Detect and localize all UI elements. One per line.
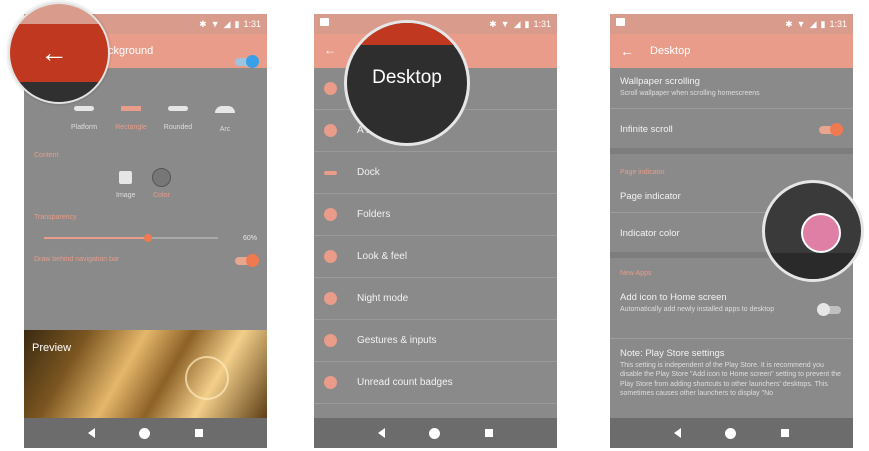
status-time: 1:31 [533,19,551,29]
divider [610,108,853,109]
divider [610,338,853,339]
content-option-color[interactable]: Color [152,168,171,199]
draw-behind-nav-toggle[interactable] [235,254,259,267]
wallpaper-preview: Preview [24,330,267,418]
page-title: ckground [108,45,154,57]
magnified-desktop-label[interactable]: Desktop [347,67,467,89]
menu-item-unread-badges[interactable]: Unread count badges [314,362,557,404]
pref-play-store-note: Note: Play Store settings This setting i… [620,348,841,398]
magnifier-back-button: ← [8,2,110,104]
signal-icon: ◢ [513,18,521,29]
nav-back-icon[interactable] [378,428,386,438]
signal-icon: ◢ [223,18,231,29]
menu-item-look-feel[interactable]: Look & feel [314,236,557,278]
menu-item-dock[interactable]: Dock [314,152,557,194]
status-bar: ✱ ▼ ◢ ▮ 1:31 [610,14,853,34]
shape-option-rectangle[interactable]: Rectangle [109,106,153,133]
bluetooth-icon: ✱ [785,18,793,29]
nav-home-icon[interactable] [725,427,737,439]
indicator-color-swatch[interactable] [801,213,841,253]
magnifier-indicator-color [762,180,864,282]
nav-recents-icon[interactable] [484,429,493,437]
status-time: 1:31 [243,19,261,29]
magnifier-desktop: Desktop [344,20,470,146]
folder-icon [324,208,337,221]
screenshot-stage: ✱ ▼ ◢ ▮ 1:31 ← ckground Platform Rectang… [0,0,869,451]
section-gap [610,148,853,154]
shape-option-label: Rectangle [115,124,147,131]
nav-bar [314,418,557,448]
badge-icon [324,376,337,389]
transparency-value: 60% [242,235,257,242]
add-icon-home-toggle[interactable] [817,303,841,316]
nav-bar [610,418,853,448]
shape-selector: Platform Rectangle Rounded Arc [62,106,247,133]
gesture-icon [324,334,337,347]
shape-option-label: Arc [219,126,231,133]
shape-option-rounded[interactable]: Rounded [156,106,200,133]
nav-back-icon[interactable] [674,428,682,438]
palette-icon [324,250,337,263]
nav-recents-icon[interactable] [194,429,203,437]
preview-label: Preview [32,342,72,354]
nav-home-icon[interactable] [139,427,151,439]
new-apps-section-label: New Apps [620,270,652,277]
bluetooth-icon: ✱ [489,18,497,29]
signal-icon: ◢ [809,18,817,29]
back-arrow-icon[interactable]: ← [40,37,68,69]
back-arrow-icon[interactable]: ← [620,43,634,59]
shape-option-platform[interactable]: Platform [62,106,106,133]
slider-knob[interactable] [144,234,153,242]
page-title: Desktop [650,45,691,57]
desktop-icon [324,82,337,95]
menu-item-gestures[interactable]: Gestures & inputs [314,320,557,362]
content-section-label: Content [34,152,59,159]
infinite-scroll-toggle[interactable] [819,123,843,136]
battery-icon: ▮ [524,18,530,29]
battery-icon: ▮ [820,18,826,29]
nav-home-icon[interactable] [429,427,441,439]
menu-item-folders[interactable]: Folders [314,194,557,236]
pref-infinite-scroll[interactable]: Infinite scroll [620,124,841,135]
wifi-icon: ▼ [210,19,220,29]
nav-bar [24,418,267,448]
draw-behind-nav-label: Draw behind navigation bar [34,256,120,263]
background-enabled-toggle[interactable] [235,55,259,68]
app-bar: ← Desktop [610,34,853,68]
pref-wallpaper-scrolling[interactable]: Wallpaper scrolling Scroll wallpaper whe… [620,76,841,98]
pref-add-icon-home[interactable]: Add icon to Home screen Automatically ad… [620,292,803,314]
phone-settings-drawer: ✱ ▼ ◢ ▮ 1:31 ← A s Dock Folders Look & f… [314,14,557,448]
shape-option-arc[interactable]: Arc [203,106,247,133]
color-circle-icon [152,168,171,187]
nav-recents-icon[interactable] [780,429,789,437]
transparency-section-label: Transparency [34,214,77,221]
moon-icon [324,292,337,305]
shape-option-label: Platform [70,124,98,131]
content-option-image[interactable]: Image [116,171,135,199]
nav-back-icon[interactable] [88,428,96,438]
apps-icon [324,124,337,137]
page-indicator-section-label: Page indicator [620,169,665,176]
notification-icon [320,18,329,26]
image-icon [119,171,133,184]
wifi-icon: ▼ [796,19,806,29]
back-arrow-icon[interactable]: ← [324,43,336,57]
battery-icon: ▮ [234,18,240,29]
bluetooth-icon: ✱ [199,18,207,29]
wifi-icon: ▼ [500,19,510,29]
transparency-slider[interactable] [44,234,218,242]
status-time: 1:31 [829,19,847,29]
menu-item-night-mode[interactable]: Night mode [314,278,557,320]
shape-option-label: Rounded [163,124,193,131]
notification-icon [616,18,625,26]
dock-icon [324,170,337,175]
